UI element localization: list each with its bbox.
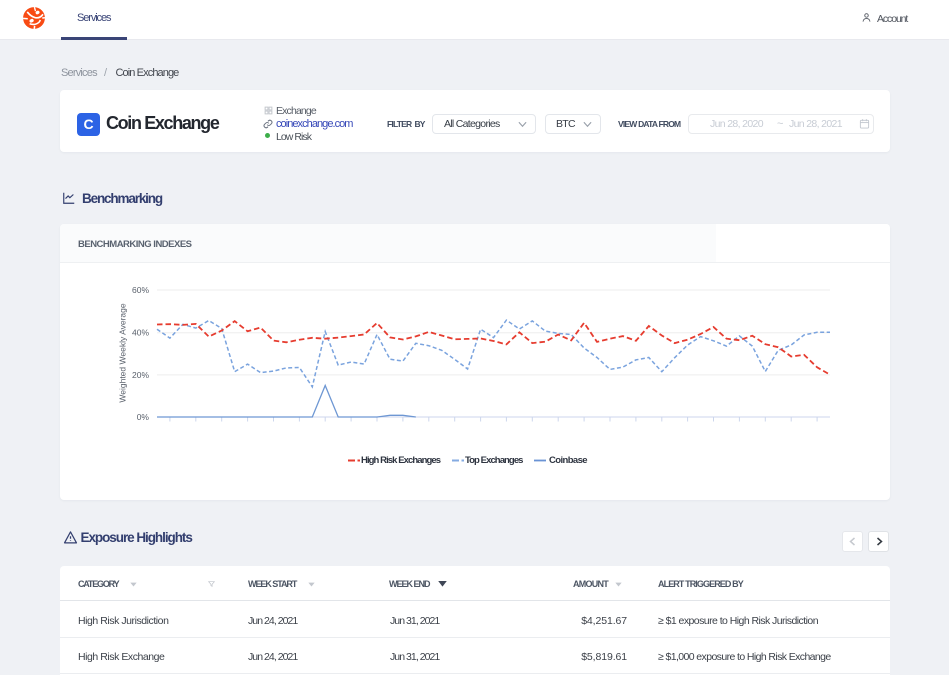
svg-text:Weighted Weekly Average: Weighted Weekly Average bbox=[118, 303, 128, 403]
svg-text:20%: 20% bbox=[132, 370, 149, 380]
svg-text:40%: 40% bbox=[132, 328, 149, 338]
svg-text:60%: 60% bbox=[132, 285, 149, 295]
svg-text:0%: 0% bbox=[137, 412, 150, 422]
